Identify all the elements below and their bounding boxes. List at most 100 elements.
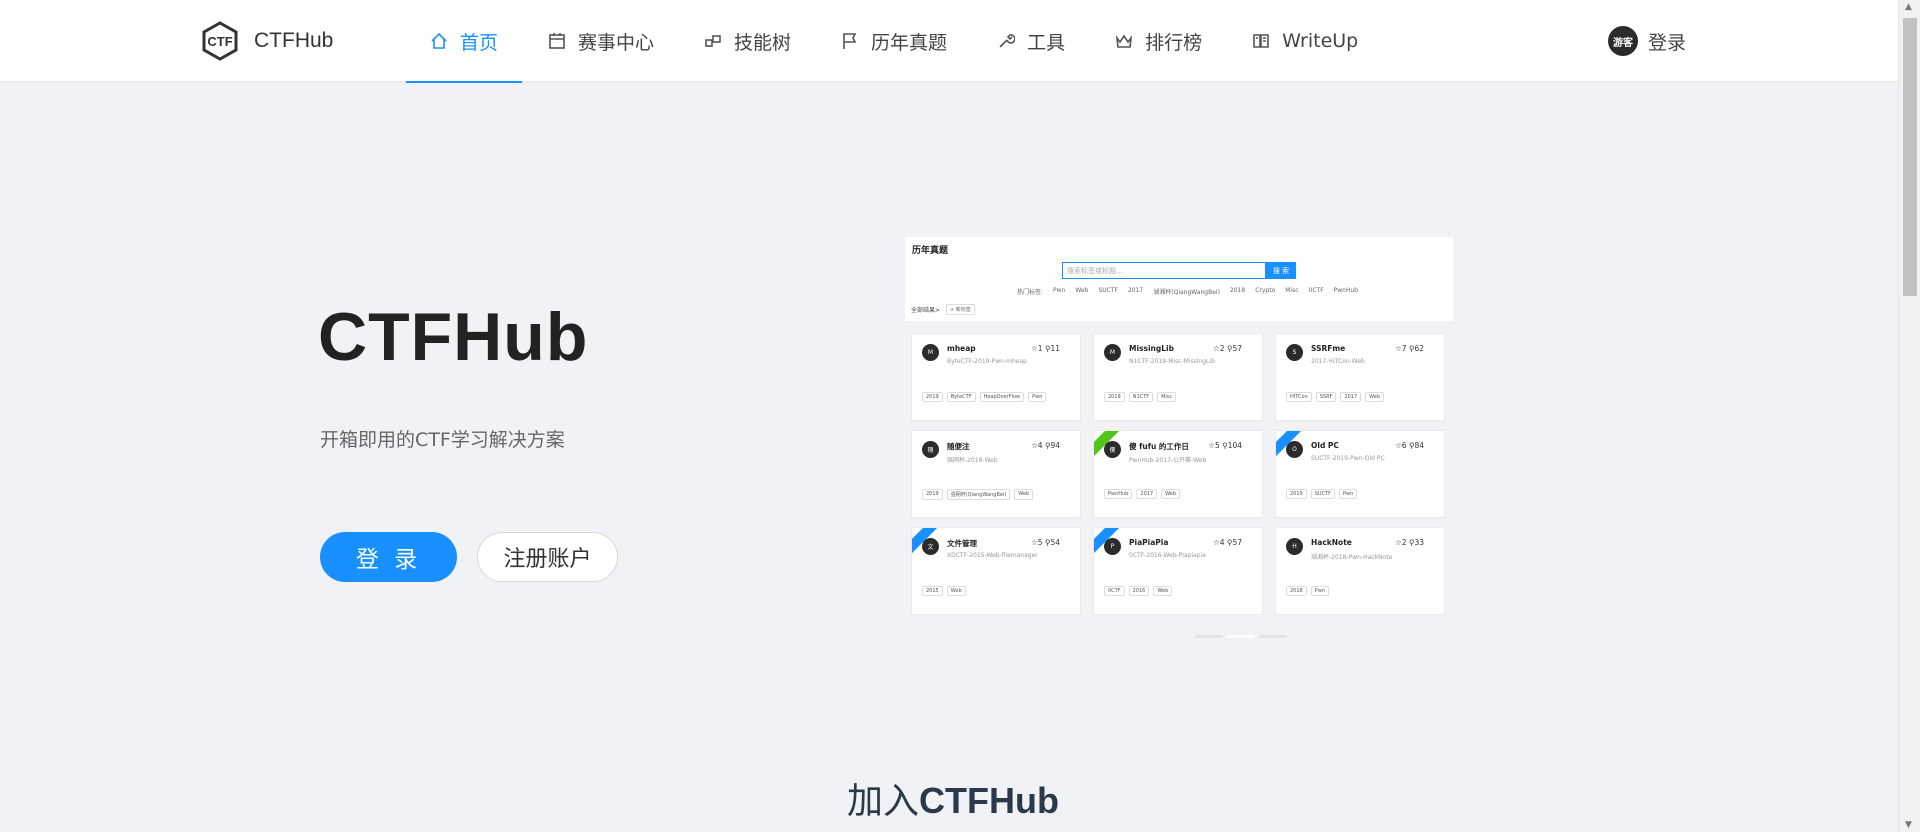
card-stats: ☆4 ⚲94 xyxy=(1031,441,1060,450)
hot-tag: 2017 xyxy=(1127,287,1144,294)
card-stats: ☆2 ⚲33 xyxy=(1395,538,1424,547)
preview-hot-tags: 热门标签: Pwn Web SUCTF 2017 湖湘杯(QiangWangBe… xyxy=(1017,287,1368,296)
card-name: Old PC xyxy=(1311,441,1339,450)
nav-label: 首页 xyxy=(460,31,499,54)
card-tag: 2016 xyxy=(1128,586,1150,596)
card-tag: 2018 xyxy=(1286,586,1307,596)
hot-tag: Crypto xyxy=(1255,287,1276,294)
top-header: CTF CTFHub 首页 赛事中心 技能树 历年真题 工具 排行榜 Write… xyxy=(0,0,1898,83)
solve-count: ⚲54 xyxy=(1044,538,1060,547)
user-area[interactable]: 游客 登录 xyxy=(1608,26,1686,56)
ctfhub-logo-icon: CTF xyxy=(202,21,238,61)
card-tags: 2019 SUCTF Pwn xyxy=(1286,489,1361,499)
nav-events[interactable]: 赛事中心 xyxy=(524,0,678,82)
hot-tag: 2018 xyxy=(1229,287,1246,294)
card-tag: Misc xyxy=(1157,392,1177,402)
card-tag: 2019 xyxy=(1104,392,1125,402)
card-avatar: 文 xyxy=(922,538,939,555)
guest-avatar[interactable]: 游客 xyxy=(1608,26,1638,56)
nav-label: 排行榜 xyxy=(1145,31,1203,54)
card-tag: N1CTF xyxy=(1128,392,1154,402)
card-avatar: S xyxy=(1286,344,1303,361)
card-tag: Web xyxy=(1365,392,1385,402)
card-tag: 0CTF xyxy=(1104,586,1125,596)
preview-filter: 全部结果> + 新标签 xyxy=(911,304,975,315)
hot-tag: SUCTF xyxy=(1098,287,1118,294)
card-avatar: 傻 xyxy=(1104,441,1121,458)
card-avatar: H xyxy=(1286,538,1303,555)
card-tags: HITCon SSRF 2017 Web xyxy=(1286,392,1388,402)
preview-carousel: 历年真题 搜索标签或标题... 搜 索 热门标签: Pwn Web SUCTF … xyxy=(905,237,1453,642)
scroll-up-icon[interactable]: ▲ xyxy=(1905,2,1912,12)
join-prefix: 加入 xyxy=(847,781,920,822)
card-desc: ByteCTF-2019-Pwn-mheap xyxy=(947,358,1027,365)
card-tag: Pwn xyxy=(1028,392,1047,402)
page-scrollbar[interactable]: ▲ ▼ xyxy=(1898,0,1920,832)
nav-home[interactable]: 首页 xyxy=(406,0,523,83)
card-avatar: O xyxy=(1286,441,1303,458)
brand-logo[interactable]: CTF CTFHub xyxy=(200,21,333,61)
nav-label: 历年真题 xyxy=(871,31,948,54)
main-nav: 首页 赛事中心 技能树 历年真题 工具 排行榜 WriteUp xyxy=(406,0,1384,83)
star-count: ☆6 xyxy=(1395,441,1407,450)
card-desc: 湖湘杯-2018-Pwn-HackNote xyxy=(1311,554,1393,561)
card-tags: 0CTF 2016 Web xyxy=(1104,586,1176,596)
hot-tag: 湖湘杯(QiangWangBei) xyxy=(1153,289,1220,296)
card-tag: Pwn xyxy=(1339,489,1358,499)
hero-subtitle: 开箱即用的CTF学习解决方案 xyxy=(320,429,565,451)
card-desc: 2017-HITCon-Web xyxy=(1311,358,1365,365)
card-name: MissingLib xyxy=(1129,344,1174,353)
nav-leaderboard[interactable]: 排行榜 xyxy=(1091,0,1226,82)
challenge-card: H HackNote ☆2 ⚲33 湖湘杯-2018-Pwn-HackNote … xyxy=(1275,527,1445,615)
card-tag: Web xyxy=(946,586,966,596)
card-desc: XDCTF-2015-Web-filemanager xyxy=(947,552,1038,559)
hero-login-button[interactable]: 登 录 xyxy=(320,532,457,582)
add-tag-button: + 新标签 xyxy=(946,304,975,315)
card-name: 随便注 xyxy=(947,442,970,451)
card-tag: SSRF xyxy=(1315,392,1337,402)
hero-title: CTFHub xyxy=(318,299,589,375)
solve-count: ⚲62 xyxy=(1408,344,1424,353)
carousel-dot[interactable] xyxy=(1195,635,1223,638)
preview-title: 历年真题 xyxy=(912,246,949,256)
card-tag: Web xyxy=(1153,586,1173,596)
nav-writeup[interactable]: WriteUp xyxy=(1228,0,1382,82)
register-button[interactable]: 注册账户 xyxy=(477,532,618,582)
card-stats: ☆7 ⚲62 xyxy=(1395,344,1424,353)
home-icon xyxy=(431,32,447,49)
card-tag: HeapOverFlow xyxy=(979,392,1025,402)
card-name: HackNote xyxy=(1311,538,1352,547)
card-avatar: P xyxy=(1104,538,1121,555)
nav-label: WriteUp xyxy=(1282,30,1359,52)
carousel-dot[interactable] xyxy=(1227,635,1255,638)
card-tag: 2017 xyxy=(1136,489,1158,499)
nav-label: 赛事中心 xyxy=(578,31,655,54)
solve-count: ⚲84 xyxy=(1408,441,1424,450)
nav-tools[interactable]: 工具 xyxy=(973,0,1089,82)
card-tag: SUCTF xyxy=(1310,489,1335,499)
nav-past-problems[interactable]: 历年真题 xyxy=(817,0,971,82)
header-login-link[interactable]: 登录 xyxy=(1648,28,1686,55)
nav-skill-tree[interactable]: 技能树 xyxy=(680,0,815,82)
card-tags: 2019 N1CTF Misc xyxy=(1104,392,1180,402)
challenge-card: 文 文件管理 ☆5 ⚲54 XDCTF-2015-Web-filemanager… xyxy=(911,527,1081,615)
card-stats: ☆4 ⚲57 xyxy=(1213,538,1242,547)
carousel-dot[interactable] xyxy=(1259,635,1287,638)
card-avatar: 随 xyxy=(922,441,939,458)
scroll-thumb[interactable] xyxy=(1903,18,1917,296)
star-count: ☆7 xyxy=(1395,344,1407,353)
card-tags: 2015 Web xyxy=(922,586,970,596)
card-stats: ☆1 ⚲11 xyxy=(1031,344,1060,353)
hot-tag: Web xyxy=(1075,287,1089,294)
card-tag: Web xyxy=(1014,489,1034,500)
card-tag: 2017 xyxy=(1340,392,1362,402)
challenge-card: S SSRFme ☆7 ⚲62 2017-HITCon-Web HITCon S… xyxy=(1275,333,1445,421)
preview-search-input: 搜索标签或标题... xyxy=(1062,262,1266,279)
star-count: ☆4 xyxy=(1031,441,1043,450)
card-tags: 2018 Pwn xyxy=(1286,586,1333,596)
scroll-down-icon[interactable]: ▼ xyxy=(1905,820,1912,830)
hot-tag: Misc xyxy=(1285,287,1299,294)
solve-count: ⚲11 xyxy=(1044,344,1060,353)
star-count: ☆5 xyxy=(1031,538,1043,547)
challenge-card: M MissingLib ☆2 ⚲57 N1CTF-2019-Misc-Miss… xyxy=(1093,333,1263,421)
